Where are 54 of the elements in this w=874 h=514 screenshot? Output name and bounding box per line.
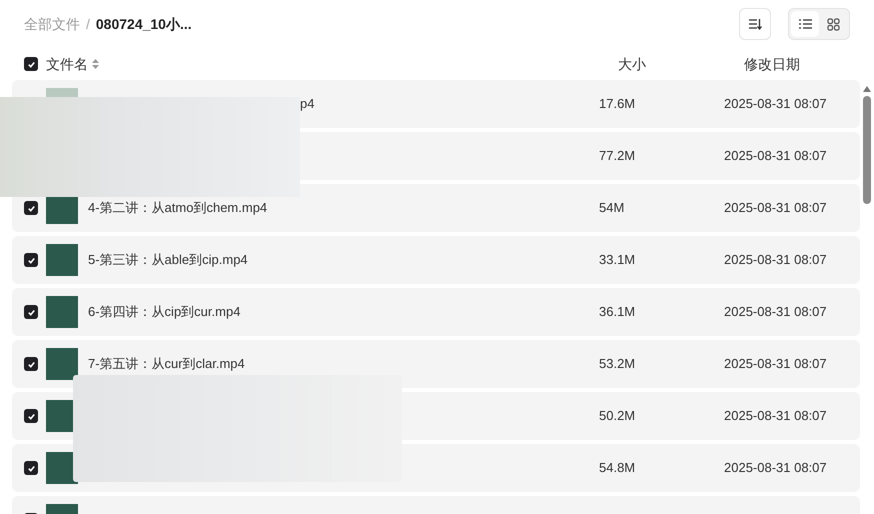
video-thumbnail xyxy=(46,244,78,276)
video-thumbnail xyxy=(46,348,78,380)
checkbox[interactable] xyxy=(24,201,38,215)
modified-date: 2025-08-31 08:07 xyxy=(724,148,827,164)
checkbox[interactable] xyxy=(24,409,38,423)
checkbox[interactable] xyxy=(24,357,38,371)
file-row[interactable]: 5-第三讲：从able到cip.mp4 33.1M 2025-08-31 08:07 xyxy=(12,236,860,284)
check-icon xyxy=(26,360,36,368)
modified-date: 2025-08-31 08:07 xyxy=(724,408,827,424)
column-header[interactable]: 修改日期 xyxy=(744,54,800,74)
column-header[interactable]: 大小 xyxy=(618,54,744,74)
sort-icon xyxy=(748,18,762,30)
modified-date: 2025-08-31 08:07 xyxy=(724,200,827,216)
list-icon xyxy=(798,19,812,29)
file-row[interactable]: 4-第二讲：从atmo到chem.mp4 54M 2025-08-31 08:07 xyxy=(12,184,860,232)
file-name[interactable]: 6-第四讲：从cip到cur.mp4 xyxy=(88,302,240,322)
column-header[interactable]: 文件名 xyxy=(46,54,88,74)
check-icon xyxy=(26,464,36,472)
file-size: 54M xyxy=(599,200,624,216)
scroll-up-arrow-icon[interactable] xyxy=(863,86,871,92)
file-size: 50.2M xyxy=(599,408,636,424)
video-thumbnail xyxy=(46,296,78,328)
check-icon xyxy=(26,308,36,316)
file-size: 77.2M xyxy=(599,148,636,164)
breadcrumb-item[interactable]: 080724_10小... xyxy=(96,14,192,34)
list-view-button[interactable] xyxy=(791,11,819,37)
checkbox[interactable] xyxy=(24,253,38,267)
sort-button[interactable] xyxy=(739,8,771,40)
modified-date: 2025-08-31 08:07 xyxy=(724,252,827,268)
file-name[interactable]: 7-第五讲：从cur到clar.mp4 xyxy=(88,354,245,374)
file-name[interactable]: 5-第三讲：从able到cip.mp4 xyxy=(88,250,248,270)
check-icon xyxy=(26,256,36,264)
file-size: 54.8M xyxy=(599,460,636,476)
file-name[interactable]: p4 xyxy=(300,94,314,114)
file-size: 53.2M xyxy=(599,356,636,372)
check-icon xyxy=(26,204,36,212)
grid-icon xyxy=(826,18,840,30)
modified-date: 2025-08-31 08:07 xyxy=(724,96,827,112)
file-size: 36.1M xyxy=(599,304,636,320)
file-row[interactable]: 6-第四讲：从cip到cur.mp4 36.1M 2025-08-31 08:07 xyxy=(12,288,860,336)
checkbox[interactable] xyxy=(24,57,38,71)
sort-arrows-icon xyxy=(92,59,99,69)
breadcrumb-separator: / xyxy=(86,14,90,34)
modified-date: 2025-08-31 08:07 xyxy=(724,460,827,476)
checkbox[interactable] xyxy=(24,305,38,319)
file-size: 33.1M xyxy=(599,252,636,268)
modified-date: 2025-08-31 08:07 xyxy=(724,304,827,320)
file-name[interactable]: 4-第二讲：从atmo到chem.mp4 xyxy=(88,198,268,218)
check-icon xyxy=(26,60,36,68)
checkbox[interactable] xyxy=(24,461,38,475)
check-icon xyxy=(26,412,36,420)
scrollbar-thumb[interactable] xyxy=(863,96,871,204)
modified-date: 2025-08-31 08:07 xyxy=(724,356,827,372)
file-size: 17.6M xyxy=(599,96,636,112)
